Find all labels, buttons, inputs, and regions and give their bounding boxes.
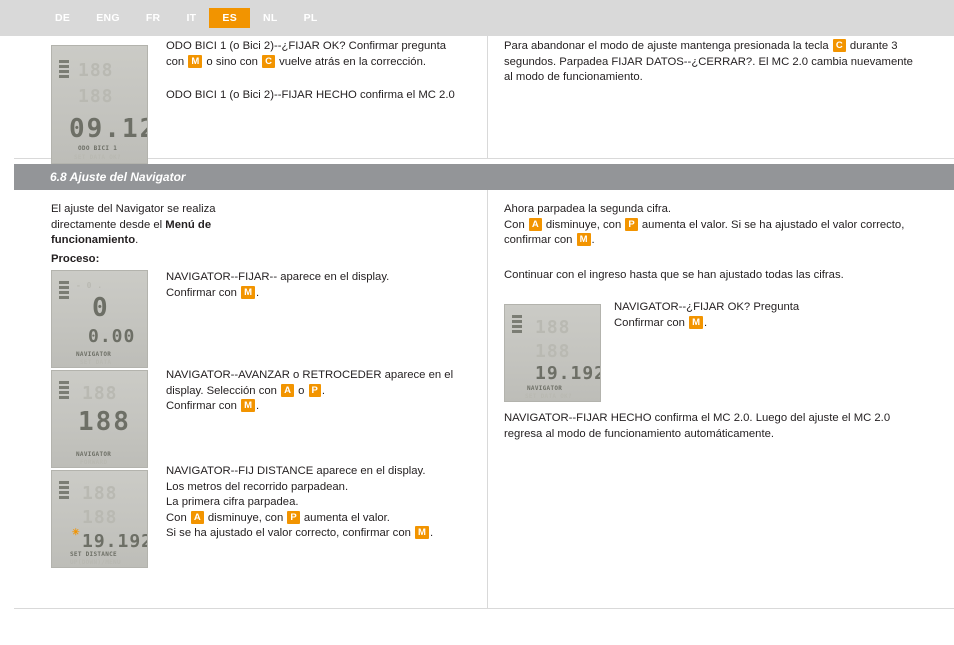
intro-paragraph: El ajuste del Navigator se realiza direc…: [51, 202, 241, 249]
key-c-2: C: [832, 39, 846, 52]
step3-line1: NAVIGATOR--FIJ DISTANCE aparece en el di…: [166, 465, 426, 477]
key-m-4: M: [415, 526, 429, 539]
right-paragraph-1: Ahora parpadea la segunda cifra. Con A d…: [504, 202, 919, 249]
language-tab-it[interactable]: IT: [173, 8, 209, 28]
right-step-line2b: .: [704, 316, 708, 329]
language-tab-de[interactable]: DE: [42, 8, 83, 28]
step2-mid: o: [294, 384, 308, 397]
lcd-odo-label1: ODO BICI 1: [78, 145, 118, 152]
top-left-text-3: vuelve atrás en la corrección.: [275, 55, 427, 68]
body-column-divider: [487, 190, 488, 608]
section-title: 6.8 Ajuste del Navigator: [50, 170, 186, 184]
right-p2d: .: [591, 234, 595, 246]
key-a-2: A: [190, 510, 204, 524]
right-paragraph-3: NAVIGATOR--FIJAR HECHO confirma el MC 2.…: [504, 412, 891, 440]
step1-end: .: [256, 286, 260, 299]
lcd-nav1-value: 0.00: [88, 326, 136, 347]
key-p-3: P: [625, 217, 638, 231]
lcd-nav4-value: 19.192: [535, 363, 601, 384]
lcd-odo-label2: SET DATA OK?: [74, 154, 121, 161]
lcd-nav2-label1: NAVIGATOR: [76, 451, 112, 458]
language-tabs: DE ENG FR IT ES NL PL: [42, 0, 331, 36]
top-right-text-1: Para abandonar el modo de ajuste manteng…: [504, 40, 832, 52]
language-tab-nl[interactable]: NL: [250, 8, 291, 28]
right-p2b: disminuye, con: [542, 218, 625, 231]
right-step-line1: NAVIGATOR--¿FIJAR OK? Pregunta: [614, 301, 800, 313]
manual-page: DE ENG FR IT ES NL PL 188 188 09.125 OD: [0, 0, 954, 645]
lcd-odo-confirm: 188 188 09.125 ODO BICI 1 SET DATA OK?: [51, 45, 148, 164]
top-left-paragraph-1: ODO BICI 1 (o Bici 2)--¿FIJAR OK? Confir…: [166, 39, 466, 70]
lcd-nav4-label2: SET DATA OK?: [525, 393, 572, 400]
right-p1: Ahora parpadea la segunda cifra.: [504, 203, 672, 215]
key-c-1: C: [262, 54, 275, 68]
lcd-set-distance: 188 188 ✳ 19.192 SET DISTANCE UP(DOWN)/M…: [51, 470, 148, 568]
top-left-text-2: o sino con: [203, 55, 262, 68]
lcd-bargraph-5: [512, 315, 522, 335]
lcd-navigator-set: - 0 . 0 0.00 NAVIGATOR SET DATA: [51, 270, 148, 368]
step1-paragraph: NAVIGATOR--FIJAR-- aparece en el display…: [166, 270, 476, 301]
key-p-1: P: [308, 383, 321, 397]
step3-line4c: aumenta el valor.: [300, 511, 390, 524]
lcd-nav3-label1: SET DISTANCE: [70, 551, 117, 558]
lcd-nav1-label1: NAVIGATOR: [76, 351, 112, 358]
key-m-6: M: [689, 315, 704, 329]
step2-line3: Confirmar con: [166, 400, 241, 412]
key-m-5: M: [576, 233, 591, 246]
step2-end: .: [256, 400, 260, 412]
language-tab-eng[interactable]: ENG: [83, 8, 133, 28]
step3-line5b: .: [429, 527, 434, 539]
lcd-nav4-label1: NAVIGATOR: [527, 385, 563, 392]
key-m-3: M: [241, 399, 256, 412]
right-p2a: Con: [504, 218, 528, 231]
right-step-line2a: Confirmar con: [614, 316, 689, 329]
lcd-navigator-set-ok: 188 188 19.192 NAVIGATOR SET DATA OK?: [504, 304, 601, 402]
lcd-nav1-label2: SET DATA: [80, 359, 112, 366]
top-left-paragraph-2: ODO BICI 1 (o Bici 2)--FIJAR HECHO confi…: [166, 89, 455, 101]
language-tab-pl[interactable]: PL: [291, 8, 331, 28]
language-tab-fr[interactable]: FR: [133, 8, 174, 28]
step3-line5a: Si se ha ajustado el valor correcto, con…: [166, 527, 415, 539]
lcd-bargraph-3: [59, 381, 69, 401]
lcd-odo-value: 09.125: [69, 114, 147, 144]
page-content: 188 188 09.125 ODO BICI 1 SET DATA OK? O…: [14, 36, 954, 608]
section-header-bar: 6.8 Ajuste del Navigator: [14, 164, 954, 190]
lcd-navigator-forward: 188 188 NAVIGATOR FORWARD: [51, 370, 148, 468]
step3-line2: Los metros del recorrido parpadean.: [166, 480, 349, 493]
top-column-divider: [487, 36, 488, 158]
step3-paragraph: NAVIGATOR--FIJ DISTANCE aparece en el di…: [166, 464, 486, 542]
lcd-nav3-value: 19.192: [82, 531, 148, 552]
step3-line4b: disminuye, con: [204, 511, 287, 524]
top-right-paragraph: Para abandonar el modo de ajuste manteng…: [504, 39, 914, 86]
key-a-1: A: [281, 383, 294, 397]
step3-line3: La primera cifra parpadea.: [166, 496, 299, 508]
lcd-bargraph-4: [59, 481, 69, 501]
language-tab-bar: DE ENG FR IT ES NL PL: [0, 0, 954, 36]
step2-line2: .: [321, 384, 325, 397]
lcd-nav1-digit: 0: [92, 293, 110, 323]
step2-paragraph: NAVIGATOR--AVANZAR o RETROCEDER aparece …: [166, 368, 478, 415]
proceso-label: Proceso:: [51, 253, 100, 265]
intro-text-2: .: [135, 234, 139, 246]
key-p-2: P: [287, 510, 300, 524]
lcd-bargraph-2: [59, 281, 69, 301]
lcd-nav2-label2: FORWARD: [80, 459, 108, 466]
step1-line1: NAVIGATOR--FIJAR-- aparece en el display…: [166, 271, 390, 283]
top-section-rule: [14, 158, 954, 159]
page-footer: 180 MC 2.0 WL VDO CYCLECOMPUTING: [0, 609, 954, 645]
key-m-1: M: [188, 54, 203, 68]
lcd-bargraph: [59, 60, 69, 80]
lcd-nav2-digits: 188: [78, 407, 131, 437]
step1-line2: Confirmar con: [166, 286, 241, 299]
right-paragraph-2: Continuar con el ingreso hasta que se ha…: [504, 269, 844, 281]
lcd-nav3-label2: UP(DOWN)/MENU: [70, 559, 121, 566]
blink-indicator-icon: ✳: [72, 527, 80, 537]
language-tab-es[interactable]: ES: [209, 8, 250, 28]
key-a-3: A: [528, 217, 542, 231]
key-m-2: M: [241, 285, 256, 299]
step3-line4a: Con: [166, 511, 190, 524]
right-step-paragraph: NAVIGATOR--¿FIJAR OK? Pregunta Confirmar…: [614, 300, 924, 331]
